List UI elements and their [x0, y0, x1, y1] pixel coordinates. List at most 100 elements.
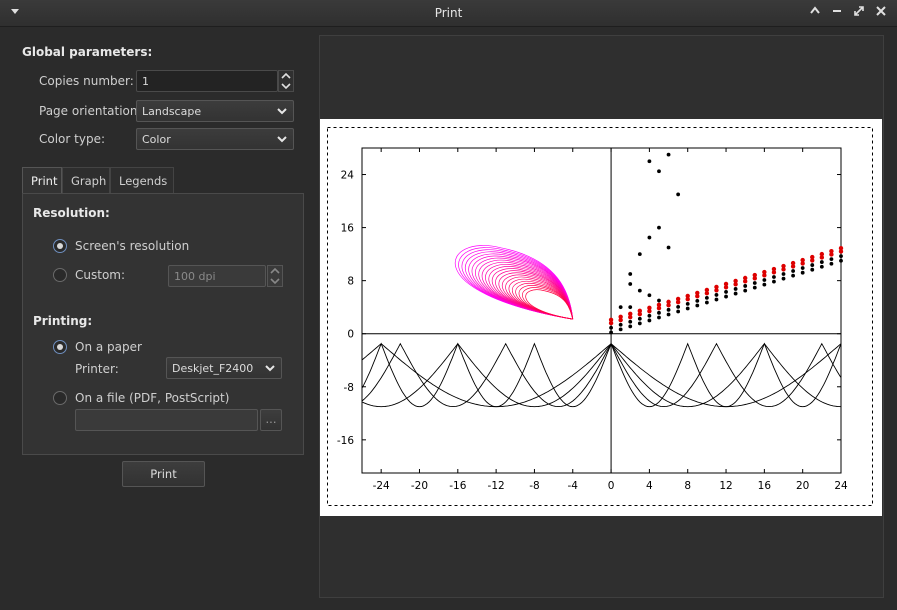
data-point [628, 272, 633, 276]
data-point [762, 282, 767, 287]
data-point [618, 322, 623, 327]
data-point [695, 303, 700, 308]
data-point [772, 275, 776, 279]
orientation-value: Landscape [142, 105, 202, 118]
data-point [772, 279, 776, 284]
data-point [666, 307, 671, 312]
data-point [839, 258, 843, 263]
data-point [704, 295, 709, 300]
tab-legends[interactable]: Legends [110, 167, 174, 193]
minimize-icon[interactable] [828, 4, 846, 22]
on-paper-radio[interactable] [53, 340, 67, 354]
screen-resolution-radio[interactable] [53, 239, 67, 253]
resolution-heading: Resolution: [33, 206, 110, 220]
data-point-red [675, 296, 681, 302]
data-point [810, 267, 815, 272]
custom-dpi-stepper[interactable] [267, 265, 283, 287]
data-point [695, 298, 700, 303]
close-icon[interactable] [872, 4, 890, 22]
global-parameters-heading: Global parameters: [22, 45, 153, 59]
x-tick-label: -8 [529, 480, 539, 492]
data-point-red [762, 269, 767, 275]
data-point-red [838, 245, 844, 251]
data-point [647, 293, 652, 298]
data-point-red [743, 275, 748, 281]
data-point [647, 159, 652, 164]
data-point-red [829, 248, 834, 254]
data-point-red [733, 278, 738, 284]
data-point [704, 300, 709, 305]
x-tick-label: -16 [449, 480, 466, 492]
tab-print[interactable]: Print [22, 167, 62, 193]
data-point [743, 288, 748, 293]
custom-dpi-input[interactable]: 100 dpi [168, 265, 266, 287]
data-point [628, 305, 633, 310]
tab-graph[interactable]: Graph [62, 167, 110, 193]
data-point-red [647, 305, 652, 311]
data-point [752, 285, 757, 290]
data-point [618, 327, 623, 332]
x-tick-label: -4 [568, 480, 579, 492]
copies-label: Copies number: [39, 74, 134, 88]
x-tick-label: 4 [646, 480, 653, 492]
x-tick-label: 20 [796, 480, 809, 492]
file-path-input[interactable] [75, 409, 258, 431]
data-point [733, 291, 738, 296]
y-tick-label: 0 [347, 329, 354, 341]
data-point [762, 278, 767, 282]
data-point [676, 192, 681, 197]
printer-value: Deskjet_F2400 [172, 362, 254, 375]
data-point-red [656, 302, 662, 308]
on-paper-label: On a paper [75, 340, 142, 354]
data-point-red [771, 266, 777, 272]
data-point [800, 266, 805, 270]
printer-select[interactable]: Deskjet_F2400 [166, 357, 282, 379]
data-point-red [637, 308, 643, 314]
x-tick-label: 8 [684, 480, 691, 492]
data-point [714, 293, 719, 297]
data-point [781, 272, 786, 276]
data-point-red [800, 257, 805, 263]
x-tick-label: 12 [719, 480, 732, 492]
copies-stepper[interactable] [278, 70, 294, 92]
on-file-radio[interactable] [53, 391, 67, 405]
maximize-icon[interactable] [850, 4, 868, 22]
data-point [666, 152, 671, 157]
browse-file-button[interactable]: ... [260, 409, 282, 431]
data-point [628, 324, 633, 329]
data-point [810, 263, 815, 267]
data-point-red [666, 299, 671, 305]
data-point-red [618, 314, 623, 320]
data-point [657, 169, 661, 174]
data-point [676, 304, 681, 309]
data-point [637, 316, 642, 321]
data-point [685, 306, 690, 311]
data-point [781, 276, 786, 281]
preview-page: -24 -20 -16 -12 -8 -4 0 4 8 12 16 20 24 -16 -8 0 8 16 24 [320, 119, 882, 516]
data-point [714, 297, 719, 302]
data-point [829, 257, 834, 261]
x-tick-label: -20 [411, 480, 428, 492]
orientation-select[interactable]: Landscape [136, 100, 294, 122]
data-point [829, 261, 834, 266]
keep-above-icon[interactable] [806, 4, 824, 22]
y-tick-label: 8 [347, 276, 354, 288]
custom-resolution-radio[interactable] [53, 268, 67, 282]
custom-dpi-value: 100 dpi [174, 270, 216, 283]
preview-chart: -24 -20 -16 -12 -8 -4 0 4 8 12 16 20 24 -16 -8 0 8 16 24 [327, 127, 873, 506]
print-button[interactable]: Print [122, 461, 205, 487]
data-point [609, 325, 613, 330]
data-point-red [790, 260, 796, 266]
data-point [637, 321, 642, 326]
chevron-down-icon [277, 136, 287, 143]
copies-input[interactable]: 1 [136, 70, 278, 92]
data-point [724, 294, 728, 299]
x-tick-label: -24 [373, 480, 390, 492]
curve-series-2 [361, 342, 842, 408]
data-point [657, 225, 661, 230]
y-tick-label: -8 [344, 382, 354, 394]
data-point [733, 287, 738, 291]
y-tick-label: 24 [341, 170, 355, 182]
data-point-red [752, 272, 757, 278]
color-type-select[interactable]: Color [136, 128, 294, 150]
